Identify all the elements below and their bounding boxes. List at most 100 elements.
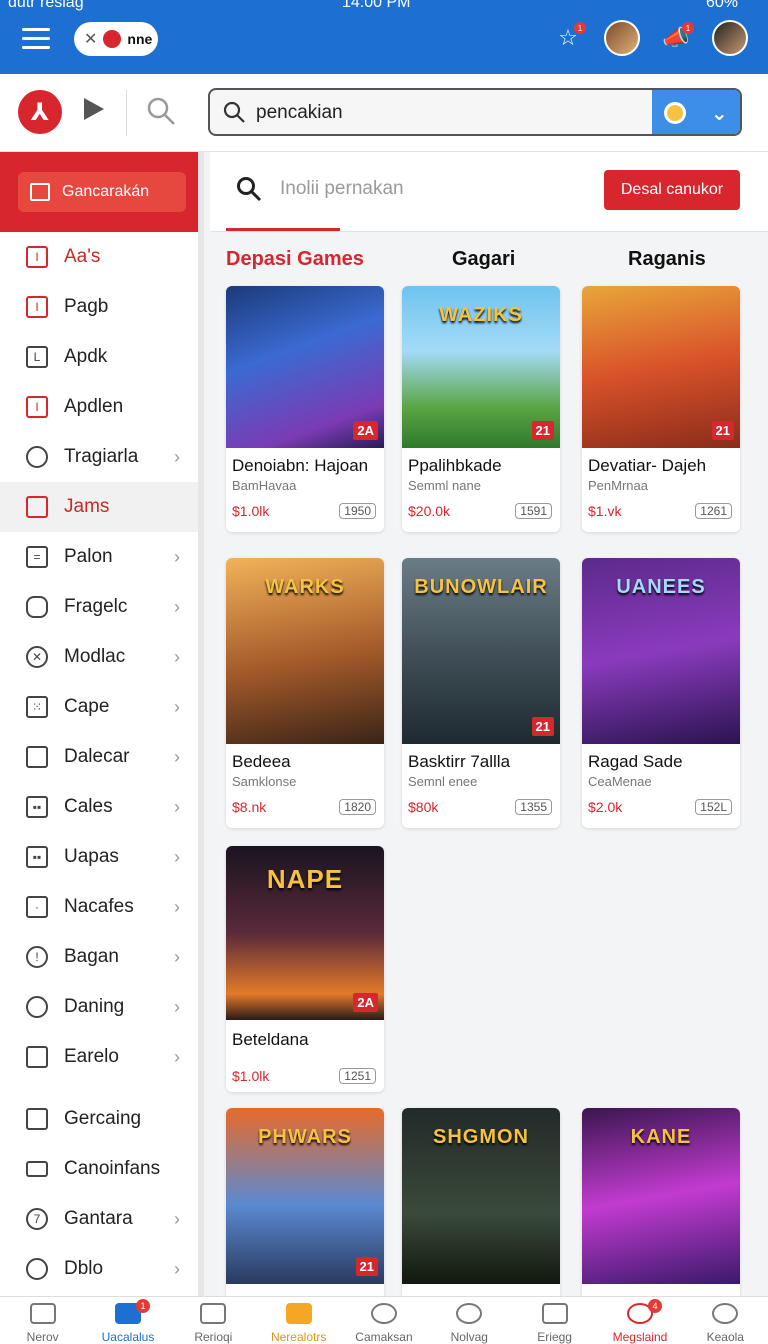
game-card[interactable]: PHWARS 21 [226, 1108, 384, 1296]
sidebar-item-cape[interactable]: ⁙ Cape › [0, 682, 198, 732]
chevron-right-icon: › [174, 997, 180, 1017]
game-card[interactable]: UANEES Ragad Sade CeaMenae $2.0k 152L [582, 558, 740, 828]
sidebar-item-apdk[interactable]: L Apdk [0, 332, 198, 382]
sidebar-item-palon[interactable]: = Palon › [0, 532, 198, 582]
game-card[interactable]: SHGMON [402, 1108, 560, 1296]
sidebar-item-label: Gantara [64, 1208, 133, 1229]
star-notification-button[interactable]: ☆ 1 [550, 20, 586, 56]
review-count: 1251 [339, 1068, 376, 1084]
review-count: 1261 [695, 503, 732, 519]
chevron-right-icon: › [174, 597, 180, 617]
game-card[interactable]: 2A Denoiabn: Hajoan BamHavaa $1.0lk 1950 [226, 286, 384, 532]
sidebar-item-gantara[interactable]: 7 Gantara › [0, 1194, 198, 1244]
game-cover-image: UANEES [582, 558, 740, 744]
chevron-down-icon: ⌄ [710, 102, 728, 125]
primary-action-button[interactable]: Desal canukor [604, 170, 740, 210]
game-publisher: Semnl enee [408, 774, 478, 789]
game-card[interactable]: KANE [582, 1108, 740, 1296]
game-price: $2.0k [588, 799, 623, 815]
search-icon[interactable] [146, 96, 176, 126]
game-card[interactable]: 21 Devatiar- Dajeh PenMrnaa $1.vk 1261 [582, 286, 740, 532]
tab-gagari[interactable]: Gagari [452, 248, 515, 271]
search-icon[interactable] [236, 176, 262, 202]
sidebar-item-dblo[interactable]: Dblo › [0, 1244, 198, 1294]
close-icon[interactable]: ✕ [84, 29, 97, 49]
hamburger-menu-icon[interactable] [22, 28, 50, 50]
game-title: Beteldana [232, 1030, 309, 1049]
column-headers: Depasi Games Gagari Raganis [210, 248, 768, 278]
nav-badge: 4 [647, 1299, 662, 1313]
brand-logo-icon [103, 30, 122, 48]
game-card[interactable]: NAPE 2A Beteldana $1.0lk 1251 [226, 846, 384, 1092]
sidebar-item-tragiarla[interactable]: Tragiarla › [0, 432, 198, 482]
game-card[interactable]: BUNOWLAIR 21 Basktirr 7allla Semnl enee $… [402, 558, 560, 828]
rating-badge: 21 [531, 717, 554, 736]
sidebar-item-label: Uapas [64, 846, 119, 867]
nav-item-keaola[interactable]: Keaola [683, 1297, 768, 1344]
sidebar-item-modlac[interactable]: ✕ Modlac › [0, 632, 198, 682]
nav-item-nolvag[interactable]: Nolvag [427, 1297, 512, 1344]
sidebar-item-apdlen[interactable]: I Apdlen [0, 382, 198, 432]
game-price: $20.0k [408, 503, 451, 519]
nav-item-nerealotrs[interactable]: Nerealotrs [256, 1297, 341, 1344]
game-price: $1.vk [588, 503, 622, 519]
puzzle-icon: ✕ [26, 646, 48, 668]
document-icon: = [26, 546, 48, 568]
game-card[interactable]: WARKS Bedeea Samklonse $8.nk 1820 [226, 558, 384, 828]
sidebar-primary-button[interactable]: Gancarakán [18, 172, 186, 212]
profile-avatar[interactable] [712, 20, 748, 56]
sidebar-item-label: Canoinfans [64, 1158, 161, 1179]
search-options-button[interactable]: ⌄ [652, 90, 740, 134]
sidebar-item-uapas[interactable]: ▪▪ Uapas › [0, 832, 198, 882]
store-icon [200, 1303, 227, 1324]
search-input[interactable] [256, 98, 646, 128]
chevron-right-icon: › [174, 647, 180, 667]
sidebar-item-canoinfans[interactable]: Canoinfans [0, 1144, 198, 1194]
sidebar-item-label: Cape [64, 696, 110, 717]
review-count: 1820 [339, 799, 376, 815]
game-cover-image: KANE [582, 1108, 740, 1284]
nav-item-nerov[interactable]: Nerov [0, 1297, 85, 1344]
main-content: Inolii pernakan Desal canukor Depasi Gam… [210, 152, 768, 1296]
sidebar-item-daning[interactable]: Daning › [0, 982, 198, 1032]
sidebar-item-aas[interactable]: I Aa's [0, 232, 198, 282]
sidebar-item-jams[interactable]: Jams [0, 482, 198, 532]
sidebar-item-fragelc[interactable]: Fragelc › [0, 582, 198, 632]
game-price: $80k [408, 799, 439, 815]
sidebar-item-gercaing[interactable]: Gercaing [0, 1094, 198, 1144]
account-pill[interactable]: ✕ nne [74, 22, 158, 56]
nav-item-uacalalus[interactable]: 1 Uacalalus [85, 1297, 170, 1344]
home-icon [285, 1303, 312, 1324]
active-tab-underline [226, 228, 340, 231]
sidebar-item-pagb[interactable]: I Pagb [0, 282, 198, 332]
status-carrier: dutr resiag [8, 0, 84, 11]
content-search-placeholder[interactable]: Inolii pernakan [280, 178, 404, 200]
square-icon [26, 746, 48, 768]
nav-badge: 1 [135, 1299, 150, 1313]
sidebar-item-nacafes[interactable]: · Nacafes › [0, 882, 198, 932]
sidebar-item-cales[interactable]: ▪▪ Cales › [0, 782, 198, 832]
avatar[interactable] [604, 20, 640, 56]
game-cover-image: 2A [226, 286, 384, 448]
game-publisher: Semml nane [408, 478, 481, 493]
puzzle-icon [26, 1258, 48, 1280]
message-button[interactable]: 📣 1 [658, 20, 694, 56]
nav-item-megslaind[interactable]: 4 Megslaind [597, 1297, 682, 1344]
app-logo[interactable]: ⅄ [18, 90, 62, 134]
play-icon[interactable] [84, 98, 104, 120]
nav-item-eriegg[interactable]: Eriegg [512, 1297, 597, 1344]
review-count: 1355 [515, 799, 552, 815]
nav-item-rerioqi[interactable]: Rerioqi [171, 1297, 256, 1344]
game-card[interactable]: WAZIKS 21 Ppalihbkade Semml nane $20.0k 15… [402, 286, 560, 532]
sidebar-item-dalecar[interactable]: Dalecar › [0, 732, 198, 782]
sidebar-item-label: Aa's [64, 246, 101, 267]
search-row: ⅄ ⌄ [0, 74, 768, 152]
game-publisher: BamHavaa [232, 478, 297, 493]
tab-raganis[interactable]: Raganis [628, 248, 706, 271]
sidebar-item-bagan[interactable]: ! Bagan › [0, 932, 198, 982]
nav-item-camaksan[interactable]: Camaksan [341, 1297, 426, 1344]
chevron-right-icon: › [174, 547, 180, 567]
sidebar-item-label: Daning [64, 996, 125, 1017]
tab-depasi-games[interactable]: Depasi Games [226, 248, 364, 271]
sidebar-item-earelo[interactable]: Earelo › [0, 1032, 198, 1082]
